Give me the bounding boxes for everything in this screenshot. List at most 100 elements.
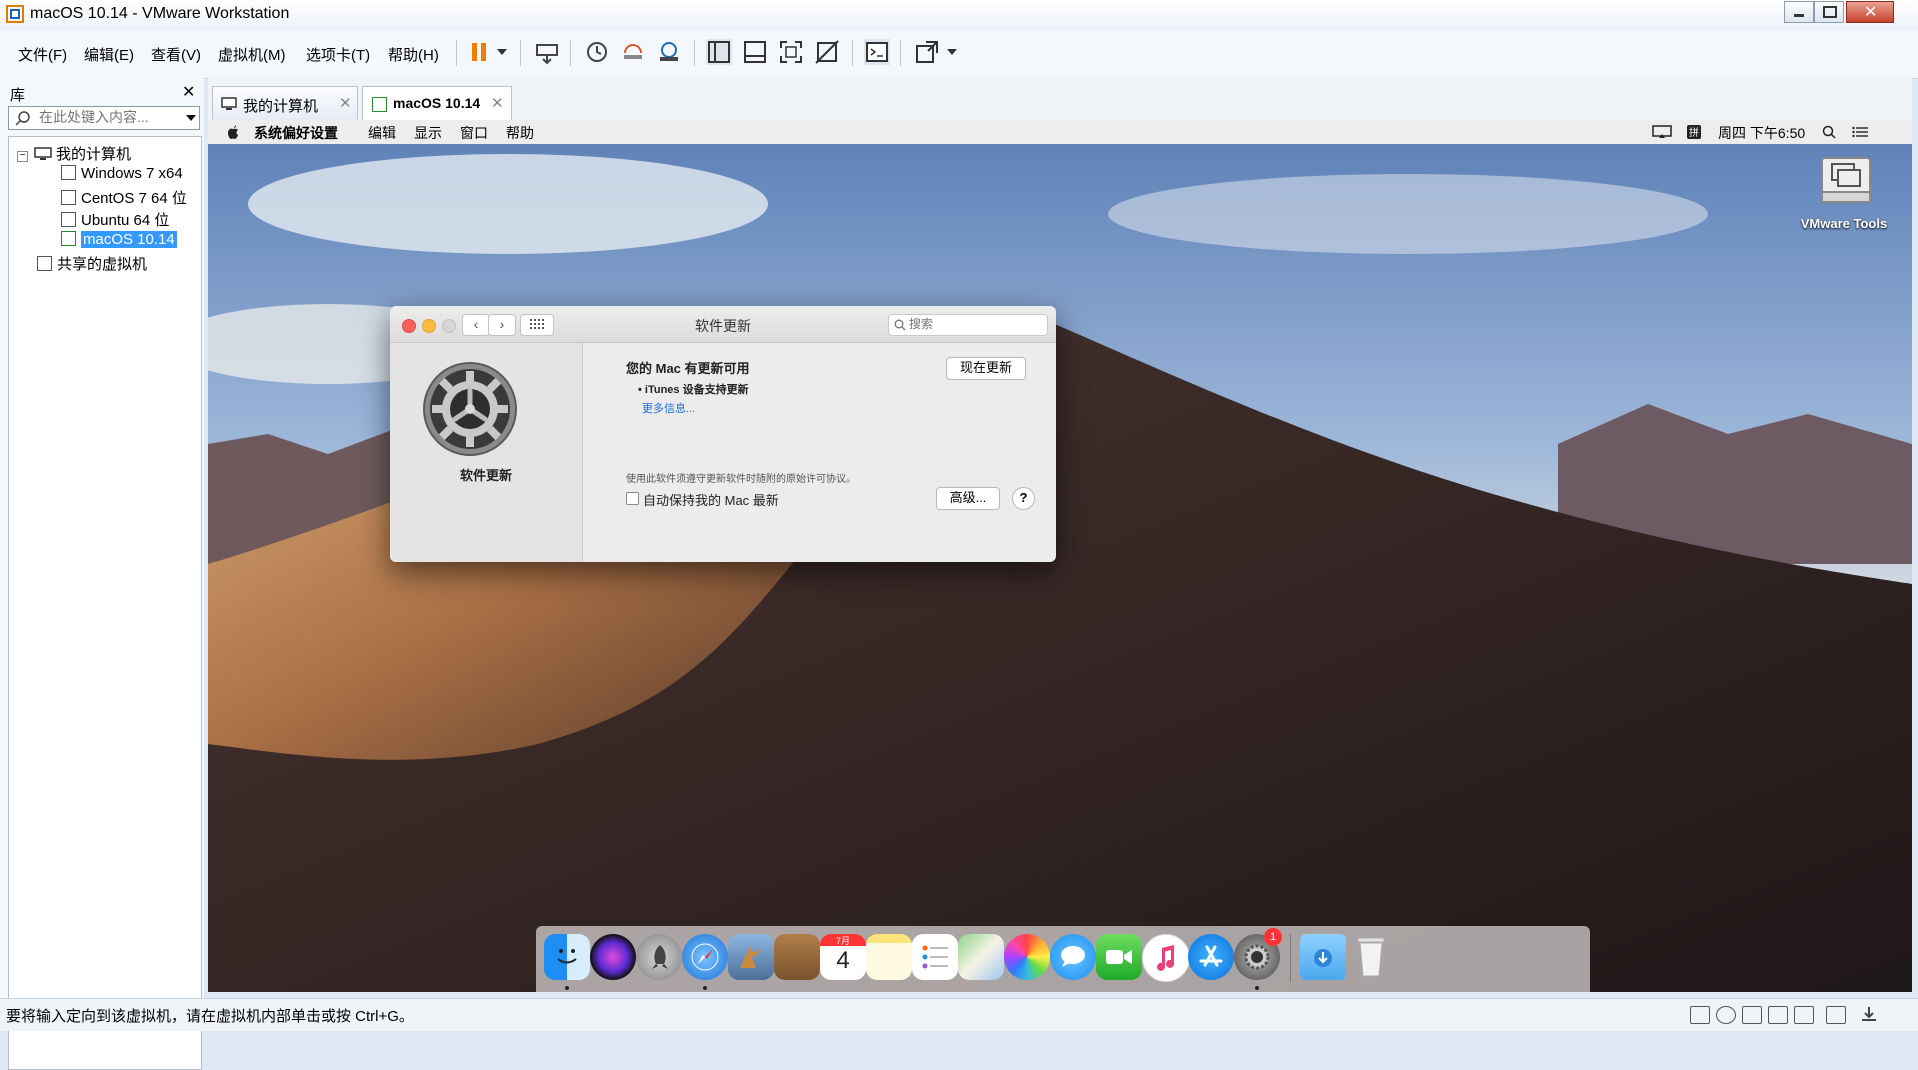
console-view-icon[interactable] bbox=[864, 39, 890, 65]
safari-icon[interactable] bbox=[682, 934, 728, 980]
send-ctrl-alt-del-icon[interactable] bbox=[534, 39, 560, 65]
mac-clock[interactable]: 周四 下午6:50 bbox=[1718, 123, 1805, 143]
launchpad-icon[interactable] bbox=[636, 934, 682, 980]
tree-item-shared-vms[interactable]: 共享的虚拟机 bbox=[37, 253, 147, 274]
notes-icon[interactable] bbox=[866, 934, 912, 980]
menu-tabs[interactable]: 选项卡(T) bbox=[306, 44, 370, 65]
more-info-link[interactable]: 更多信息... bbox=[642, 400, 695, 416]
update-now-button[interactable]: 现在更新 bbox=[946, 357, 1026, 380]
chevron-down-icon[interactable] bbox=[185, 114, 197, 122]
display-mirroring-icon[interactable] bbox=[1652, 125, 1672, 139]
calendar-icon[interactable]: 7月 4 bbox=[820, 934, 866, 980]
library-search-input[interactable] bbox=[39, 108, 171, 126]
auto-update-checkbox[interactable] bbox=[626, 492, 639, 505]
display-icon[interactable] bbox=[1826, 1006, 1846, 1024]
tab-strip: 我的计算机 ✕ macOS 10.14 ✕ bbox=[208, 78, 1912, 121]
finder-icon[interactable] bbox=[544, 934, 590, 980]
minimize-button[interactable] bbox=[1784, 1, 1814, 23]
mac-menu-app[interactable]: 系统偏好设置 bbox=[254, 123, 338, 143]
tree-item-windows7[interactable]: Windows 7 x64 bbox=[61, 165, 183, 182]
calendar-month: 7月 bbox=[835, 936, 850, 946]
tree-item-centos7[interactable]: CentOS 7 64 位 bbox=[61, 187, 187, 208]
usb-device-icon[interactable] bbox=[1794, 1006, 1814, 1024]
unity-icon[interactable] bbox=[814, 39, 840, 65]
mac-menu-edit[interactable]: 编辑 bbox=[368, 123, 396, 143]
menu-help[interactable]: 帮助(H) bbox=[388, 44, 439, 65]
pane-label: 软件更新 bbox=[459, 468, 512, 483]
downloads-folder-icon[interactable] bbox=[1300, 934, 1346, 980]
cd-dvd-icon[interactable] bbox=[1716, 1006, 1736, 1024]
tab-my-computer[interactable]: 我的计算机 ✕ bbox=[212, 86, 358, 120]
pause-icon[interactable] bbox=[466, 39, 492, 65]
tree-root-my-computer[interactable]: − 我的计算机 bbox=[17, 143, 131, 164]
toolbar-separator bbox=[694, 40, 695, 66]
show-all-button[interactable] bbox=[520, 314, 554, 336]
vmware-app-icon bbox=[6, 5, 24, 23]
tree-item-macos[interactable]: macOS 10.14 bbox=[61, 231, 177, 248]
facetime-icon[interactable] bbox=[1096, 934, 1142, 980]
mac-menubar: 系统偏好设置 编辑 显示 窗口 帮助 拼 周四 下午6:50 bbox=[208, 120, 1912, 144]
advanced-button[interactable]: 高级... bbox=[936, 487, 1000, 510]
contacts-icon[interactable] bbox=[774, 934, 820, 980]
dialog-search-input[interactable] bbox=[909, 316, 1039, 332]
network-adapter-icon[interactable] bbox=[1742, 1006, 1762, 1024]
sound-card-icon[interactable] bbox=[1768, 1006, 1788, 1024]
tab-macos[interactable]: macOS 10.14 ✕ bbox=[362, 86, 512, 121]
close-button[interactable]: ✕ bbox=[1846, 1, 1894, 23]
menu-file[interactable]: 文件(F) bbox=[18, 44, 67, 65]
menu-vm[interactable]: 虚拟机(M) bbox=[218, 44, 286, 65]
thumbnail-bar-icon[interactable] bbox=[742, 39, 768, 65]
show-library-icon[interactable] bbox=[706, 39, 732, 65]
forward-button[interactable]: › bbox=[488, 314, 516, 336]
maximize-button[interactable] bbox=[1814, 1, 1844, 23]
auto-update-label[interactable]: 自动保持我的 Mac 最新 bbox=[643, 490, 779, 509]
dropdown-arrow-icon[interactable] bbox=[946, 48, 958, 56]
mac-menu-help[interactable]: 帮助 bbox=[506, 123, 534, 143]
vm-icon bbox=[61, 212, 76, 227]
notification-center-icon[interactable] bbox=[1852, 126, 1868, 138]
back-button[interactable]: ‹ bbox=[462, 314, 490, 336]
dialog-search-field[interactable] bbox=[888, 314, 1048, 336]
tab-close-icon[interactable]: ✕ bbox=[339, 94, 352, 112]
maps-icon[interactable] bbox=[958, 934, 1004, 980]
mac-menu-view[interactable]: 显示 bbox=[414, 123, 442, 143]
snapshot-manager-icon[interactable] bbox=[656, 39, 682, 65]
close-window-button[interactable] bbox=[402, 319, 416, 333]
itunes-icon[interactable] bbox=[1142, 934, 1190, 982]
siri-icon[interactable] bbox=[590, 934, 636, 980]
full-screen-icon[interactable] bbox=[778, 39, 804, 65]
dropdown-arrow-icon[interactable] bbox=[496, 48, 508, 56]
download-icon[interactable] bbox=[1860, 1006, 1878, 1022]
close-library-icon[interactable]: ✕ bbox=[182, 82, 195, 102]
vm-icon bbox=[61, 165, 76, 180]
stretch-icon[interactable] bbox=[914, 39, 940, 65]
menu-edit[interactable]: 编辑(E) bbox=[84, 44, 134, 65]
hard-disk-icon[interactable] bbox=[1690, 1006, 1710, 1024]
minimize-window-button[interactable] bbox=[422, 319, 436, 333]
desktop-icon-vmware-tools[interactable]: VMware Tools bbox=[1796, 154, 1892, 234]
mail-icon[interactable] bbox=[728, 934, 774, 980]
input-source-icon[interactable]: 拼 bbox=[1686, 124, 1702, 140]
software-update-window: 软件更新 ‹ › 搜索 软件更新 您的 Mac 有更新可用 现在更新 • iTu… bbox=[390, 306, 1056, 562]
messages-icon[interactable] bbox=[1050, 934, 1096, 980]
revert-snapshot-icon[interactable] bbox=[620, 39, 646, 65]
snapshot-icon[interactable] bbox=[584, 39, 610, 65]
chevron-left-icon: ‹ bbox=[473, 316, 479, 332]
tab-close-icon[interactable]: ✕ bbox=[491, 94, 504, 112]
menu-view[interactable]: 查看(V) bbox=[151, 44, 201, 65]
tree-item-ubuntu[interactable]: Ubuntu 64 位 bbox=[61, 209, 169, 230]
app-store-icon[interactable] bbox=[1188, 934, 1234, 980]
license-note: 使用此软件须遵守更新软件时随附的原始许可协议。 bbox=[626, 474, 856, 485]
toolbar-separator bbox=[570, 40, 571, 66]
help-button[interactable]: ? bbox=[1012, 487, 1035, 510]
spotlight-search-icon[interactable] bbox=[1822, 125, 1836, 139]
vm-display[interactable]: 系统偏好设置 编辑 显示 窗口 帮助 拼 周四 下午6:50 VMware To… bbox=[208, 120, 1912, 992]
trash-icon[interactable] bbox=[1348, 934, 1394, 980]
reminders-icon[interactable] bbox=[912, 934, 958, 980]
collapse-toggle-icon[interactable]: − bbox=[17, 151, 28, 162]
grid-icon bbox=[530, 319, 544, 329]
library-search-box[interactable] bbox=[8, 106, 200, 130]
mac-menu-window[interactable]: 窗口 bbox=[460, 123, 488, 143]
photos-icon[interactable] bbox=[1004, 934, 1050, 980]
apple-icon[interactable] bbox=[226, 124, 240, 140]
